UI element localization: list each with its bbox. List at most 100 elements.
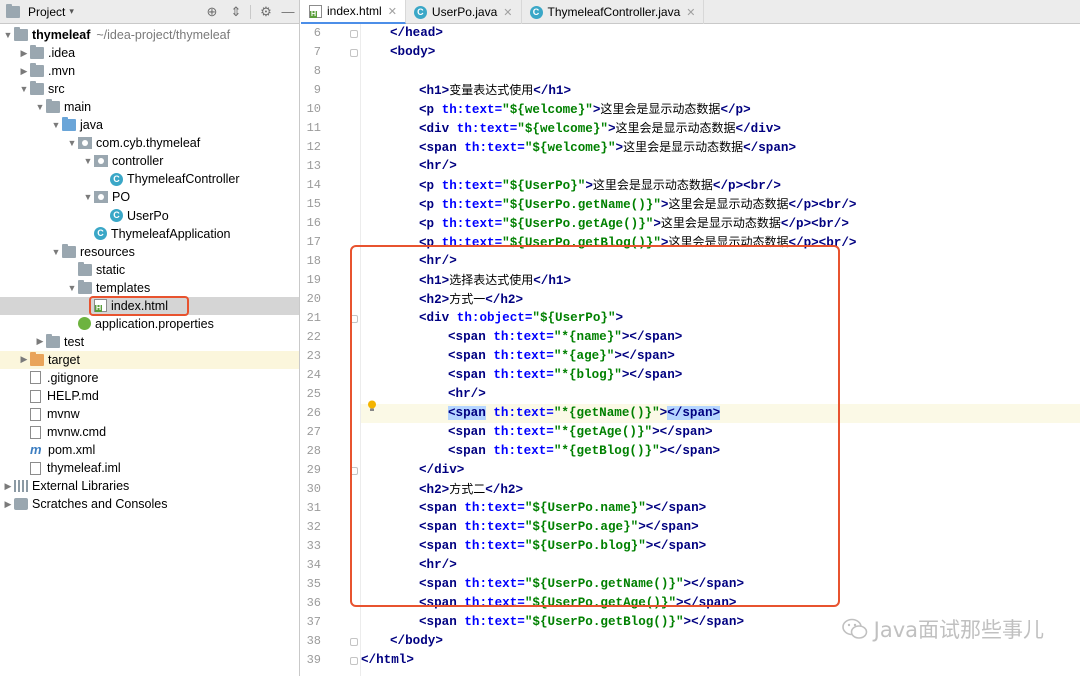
line-number: 24 xyxy=(306,368,321,382)
toolbar-divider xyxy=(250,5,251,19)
gitignore-file-icon xyxy=(30,371,41,385)
tree-item-label: target xyxy=(48,352,80,367)
code-token: 这里会是显示动态数据 xyxy=(600,102,721,116)
code-token: <span xyxy=(419,615,465,629)
hide-panel-icon[interactable]: — xyxy=(280,4,296,20)
expand-down-icon[interactable]: ▼ xyxy=(18,84,30,94)
code-line[interactable]: <p th:text="${UserPo}">这里会是显示动态数据</p><br… xyxy=(361,176,1080,195)
expand-down-icon[interactable]: ▼ xyxy=(34,102,46,112)
code-token: > xyxy=(585,179,593,193)
expand-down-icon[interactable]: ▼ xyxy=(66,283,78,293)
tree-item[interactable]: ▼ com.cyb.thymeleaf xyxy=(0,134,299,152)
close-icon[interactable]: ✕ xyxy=(686,6,695,19)
code-line[interactable]: <body> xyxy=(361,43,1080,62)
expand-right-icon[interactable]: ▶ xyxy=(18,48,30,59)
tree-item[interactable]: ▶ test xyxy=(0,333,299,351)
close-icon[interactable]: ✕ xyxy=(388,5,397,18)
expand-right-icon[interactable]: ▶ xyxy=(2,499,14,510)
tree-item[interactable]: m pom.xml xyxy=(0,441,299,459)
line-number: 35 xyxy=(306,577,321,591)
code-line[interactable]: <span th:text="${welcome}">这里会是显示动态数据</s… xyxy=(361,138,1080,157)
code-token: <body> xyxy=(390,45,436,59)
locate-file-icon[interactable]: ⊕ xyxy=(204,4,220,20)
tree-item[interactable]: static xyxy=(0,261,299,279)
code-line[interactable]: <p th:text="${UserPo.getAge()}">这里会是显示动态… xyxy=(361,214,1080,233)
code-line[interactable]: <div th:text="${welcome}">这里会是显示动态数据</di… xyxy=(361,119,1080,138)
code-line[interactable]: <h1>变量表达式使用</h1> xyxy=(361,81,1080,100)
tree-item[interactable]: ▼ resources xyxy=(0,243,299,261)
tree-item[interactable]: thymeleaf.iml xyxy=(0,459,299,477)
tree-item[interactable]: ▶ .idea xyxy=(0,44,299,62)
code-line[interactable]: </html> xyxy=(361,651,1080,670)
tree-item[interactable]: ▼ PO xyxy=(0,188,299,206)
expand-down-icon[interactable]: ▼ xyxy=(50,120,62,130)
code-token: </p><br/> xyxy=(712,179,781,193)
code-line[interactable]: </head> xyxy=(361,24,1080,43)
expand-down-icon[interactable]: ▼ xyxy=(66,138,78,148)
tree-item[interactable]: ▼ src xyxy=(0,80,299,98)
tree-item[interactable]: C ThymeleafController xyxy=(0,170,299,188)
editor-tab[interactable]: C UserPo.java ✕ xyxy=(406,0,522,24)
tree-item[interactable]: ▶ target xyxy=(0,350,299,369)
tree-item-label: test xyxy=(64,334,85,349)
expand-down-icon[interactable]: ▼ xyxy=(50,247,62,257)
line-number: 31 xyxy=(306,501,321,515)
code-token: th:text= xyxy=(441,103,503,117)
code-token: " xyxy=(585,103,593,117)
code-token: </p><br/> xyxy=(780,217,849,231)
code-token: > xyxy=(615,141,624,155)
expand-right-icon[interactable]: ▶ xyxy=(34,336,46,347)
tree-item[interactable]: ▼ controller xyxy=(0,152,299,170)
maven-icon: m xyxy=(30,442,42,458)
fold-marker-icon[interactable] xyxy=(350,638,358,646)
expand-right-icon[interactable]: ▶ xyxy=(18,66,30,77)
editor-tab[interactable]: index.html ✕ xyxy=(301,0,406,24)
text-file-icon xyxy=(30,425,41,439)
code-token: ${UserPo} xyxy=(509,179,578,193)
expand-right-icon[interactable]: ▶ xyxy=(18,354,30,365)
tree-item[interactable]: application.properties xyxy=(0,315,299,333)
project-panel: Project ▾ ⊕ ⇕ ⚙ — ▼ thymeleaf ~/idea-proje… xyxy=(0,0,300,676)
tree-item[interactable]: .gitignore xyxy=(0,369,299,387)
expand-down-icon[interactable]: ▼ xyxy=(82,192,94,202)
code-token: " xyxy=(600,122,608,136)
code-line[interactable]: <hr/> xyxy=(361,157,1080,176)
code-token: ${welcome} xyxy=(532,141,608,155)
tree-item[interactable]: ▶ .mvn xyxy=(0,62,299,80)
tree-item[interactable]: HELP.md xyxy=(0,387,299,405)
editor-tab[interactable]: C ThymeleafController.java ✕ xyxy=(522,0,705,24)
line-number: 26 xyxy=(306,406,321,420)
tree-item[interactable]: ▶ Scratches and Consoles xyxy=(0,495,299,513)
code-token: " xyxy=(502,179,510,193)
tree-item[interactable]: mvnw xyxy=(0,405,299,423)
fold-marker-icon[interactable] xyxy=(350,49,358,57)
expand-down-icon[interactable]: ▼ xyxy=(82,156,94,166)
tree-item[interactable]: C UserPo xyxy=(0,207,299,225)
tree-item[interactable]: ▶ External Libraries xyxy=(0,477,299,495)
line-number: 15 xyxy=(306,197,321,211)
tree-item[interactable]: ▼ java xyxy=(0,116,299,134)
tree-item[interactable]: ▼ templates xyxy=(0,279,299,297)
line-number: 9 xyxy=(313,83,321,97)
line-number: 18 xyxy=(306,254,321,268)
collapse-all-icon[interactable]: ⇕ xyxy=(228,4,244,20)
chevron-down-icon[interactable]: ▾ xyxy=(69,6,74,17)
project-view-selector[interactable]: Project xyxy=(28,5,65,19)
code-line[interactable]: <p th:text="${UserPo.getName()}">这里会是显示动… xyxy=(361,195,1080,214)
gear-icon[interactable]: ⚙ xyxy=(258,4,274,20)
tree-item-label: mvnw xyxy=(47,407,80,422)
tree-item-label: templates xyxy=(96,280,151,295)
code-line[interactable]: <p th:text="${welcome}">这里会是显示动态数据</p> xyxy=(361,100,1080,119)
tab-label: ThymeleafController.java xyxy=(547,5,681,19)
expand-down-icon[interactable]: ▼ xyxy=(2,30,14,40)
code-line[interactable] xyxy=(361,62,1080,81)
tree-item[interactable]: mvnw.cmd xyxy=(0,423,299,441)
fold-marker-icon[interactable] xyxy=(350,657,358,665)
tree-item[interactable]: C ThymeleafApplication xyxy=(0,225,299,243)
close-icon[interactable]: ✕ xyxy=(503,6,512,19)
fold-marker-icon[interactable] xyxy=(350,30,358,38)
line-number: 12 xyxy=(306,140,321,154)
expand-right-icon[interactable]: ▶ xyxy=(2,481,14,492)
tree-item[interactable]: ▼ main xyxy=(0,98,299,116)
tree-item[interactable]: ▼ thymeleaf ~/idea-project/thymeleaf xyxy=(0,26,299,44)
